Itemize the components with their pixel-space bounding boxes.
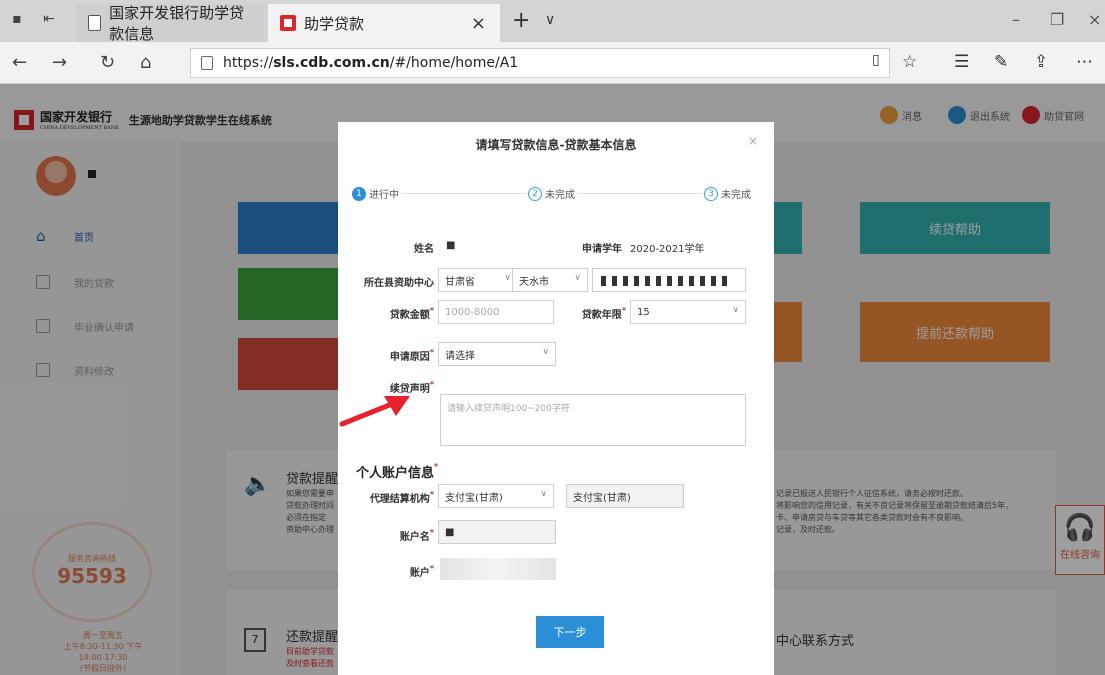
lock-icon: [201, 56, 213, 70]
url-path: /#/home/home/A1: [389, 55, 519, 71]
center-label: 所在县资助中心: [364, 278, 434, 289]
required-mark: *: [429, 348, 434, 357]
required-mark: *: [429, 490, 434, 499]
account-name-field: ■: [438, 520, 556, 544]
url-prefix: https://: [223, 55, 274, 71]
account-section-text: 个人账户信息: [356, 466, 435, 481]
term-label-text: 贷款年限: [581, 310, 622, 321]
required-mark: *: [429, 528, 434, 537]
step-number: 1: [352, 186, 366, 201]
reason-value: 请选择: [445, 350, 475, 362]
tab-title: 助学贷款: [304, 14, 365, 33]
name-value: ■: [446, 240, 456, 251]
restore-icon[interactable]: ❐: [1050, 10, 1064, 29]
amount-label-text: 贷款金额: [389, 310, 430, 321]
next-step-button[interactable]: 下一步: [536, 616, 604, 648]
reason-select[interactable]: 请选择 ∨: [438, 342, 556, 366]
favorite-star-icon[interactable]: ☆: [902, 52, 917, 72]
step-number: 3: [704, 186, 718, 201]
reason-label: 申请原因*: [362, 348, 434, 363]
county-center-select[interactable]: [592, 268, 746, 292]
term-select[interactable]: 15 ∨: [630, 300, 746, 324]
chevron-down-icon: ∨: [732, 305, 739, 315]
step-label: 进行中: [369, 190, 399, 201]
chevron-down-icon: ∨: [542, 347, 549, 357]
term-label: 贷款年限*: [562, 306, 626, 321]
required-mark: *: [429, 306, 434, 315]
reading-view-icon[interactable]: ▯: [872, 52, 880, 68]
modal-title: 请填写贷款信息-贷款基本信息: [475, 138, 637, 152]
new-tab-icon[interactable]: +: [512, 8, 530, 33]
notes-pen-icon[interactable]: ✎: [994, 52, 1008, 72]
city-select[interactable]: 天水市 ∨: [512, 268, 588, 292]
account-name-label-text: 账户名: [399, 532, 430, 543]
step-connector: [402, 193, 526, 194]
page-icon: [88, 15, 102, 31]
step-1: 1 进行中: [352, 186, 399, 201]
step-2: 2 未完成: [528, 186, 575, 201]
tab-cdb-info[interactable]: 国家开发银行助学贷款信息: [76, 4, 264, 43]
more-icon[interactable]: ⋯: [1076, 52, 1093, 72]
agency-label: 代理结算机构*: [342, 490, 434, 505]
back-icon[interactable]: ←: [12, 52, 27, 73]
share-icon[interactable]: ⇪: [1034, 52, 1048, 72]
reason-label-text: 申请原因: [389, 352, 430, 363]
account-name-label: 账户名*: [362, 528, 434, 543]
window-menu-icon[interactable]: ▪: [8, 10, 26, 28]
amount-input[interactable]: 1000-8000: [438, 300, 554, 324]
year-label: 申请学年: [582, 244, 622, 255]
step-3: 3 未完成: [704, 186, 751, 201]
year-value: 2020-2021学年: [630, 244, 705, 255]
url-field[interactable]: https://sls.cdb.com.cn/#/home/home/A1: [190, 48, 890, 78]
agency-select[interactable]: 支付宝(甘肃) ∨: [438, 484, 554, 508]
favorites-hub-icon[interactable]: ☰: [954, 52, 969, 72]
city-value: 天水市: [519, 276, 549, 288]
province-select[interactable]: 甘肃省 ∨: [438, 268, 518, 292]
required-mark: *: [429, 564, 434, 573]
masked-text: [601, 276, 729, 286]
account-label: 账户*: [362, 564, 434, 579]
required-mark: *: [429, 380, 434, 389]
close-window-icon[interactable]: ×: [1088, 10, 1101, 29]
forward-icon[interactable]: →: [52, 52, 67, 73]
tab-actions-icon[interactable]: ⇤: [40, 10, 58, 28]
account-number-blurred: [440, 558, 556, 580]
account-label-text: 账户: [409, 568, 430, 579]
tab-student-loan[interactable]: 助学贷款 ×: [268, 4, 500, 42]
required-mark: *: [621, 306, 626, 315]
minimize-icon[interactable]: –: [1012, 10, 1020, 29]
close-icon[interactable]: ×: [748, 134, 758, 148]
close-tab-icon[interactable]: ×: [471, 13, 486, 34]
cdb-favicon-icon: [280, 15, 296, 31]
province-value: 甘肃省: [445, 276, 475, 288]
annotation-arrow-icon: [339, 396, 410, 427]
step-number: 2: [528, 186, 542, 201]
agency-value: 支付宝(甘肃): [445, 492, 503, 504]
home-icon[interactable]: ⌂: [140, 52, 151, 73]
step-label: 未完成: [721, 190, 751, 201]
term-value: 15: [637, 306, 650, 318]
required-mark: *: [434, 462, 439, 471]
step-label: 未完成: [545, 190, 575, 201]
chevron-down-icon[interactable]: ∨: [545, 12, 555, 28]
browser-tab-bar: ▪ ⇤ 国家开发银行助学贷款信息 助学贷款 × + ∨ – ❐ ×: [0, 0, 1105, 43]
refresh-icon[interactable]: ↻: [100, 52, 115, 73]
chevron-down-icon: ∨: [504, 273, 511, 283]
statement-textarea[interactable]: 请输入续贷声明100~200字符: [440, 394, 746, 446]
url-host: sls.cdb.com.cn: [273, 55, 390, 71]
step-connector: [578, 193, 702, 194]
chevron-down-icon: ∨: [540, 489, 547, 499]
tab-title: 国家开发银行助学贷款信息: [109, 4, 245, 43]
amount-label: 贷款金额*: [362, 306, 434, 321]
name-label: 姓名: [414, 244, 434, 255]
chevron-down-icon: ∨: [574, 273, 581, 283]
agency-label-text: 代理结算机构: [369, 494, 430, 505]
account-section-title: 个人账户信息*: [356, 462, 438, 481]
agency-display: 支付宝(甘肃): [566, 484, 684, 508]
address-bar: ← → ↻ ⌂ https://sls.cdb.com.cn/#/home/ho…: [0, 42, 1105, 84]
